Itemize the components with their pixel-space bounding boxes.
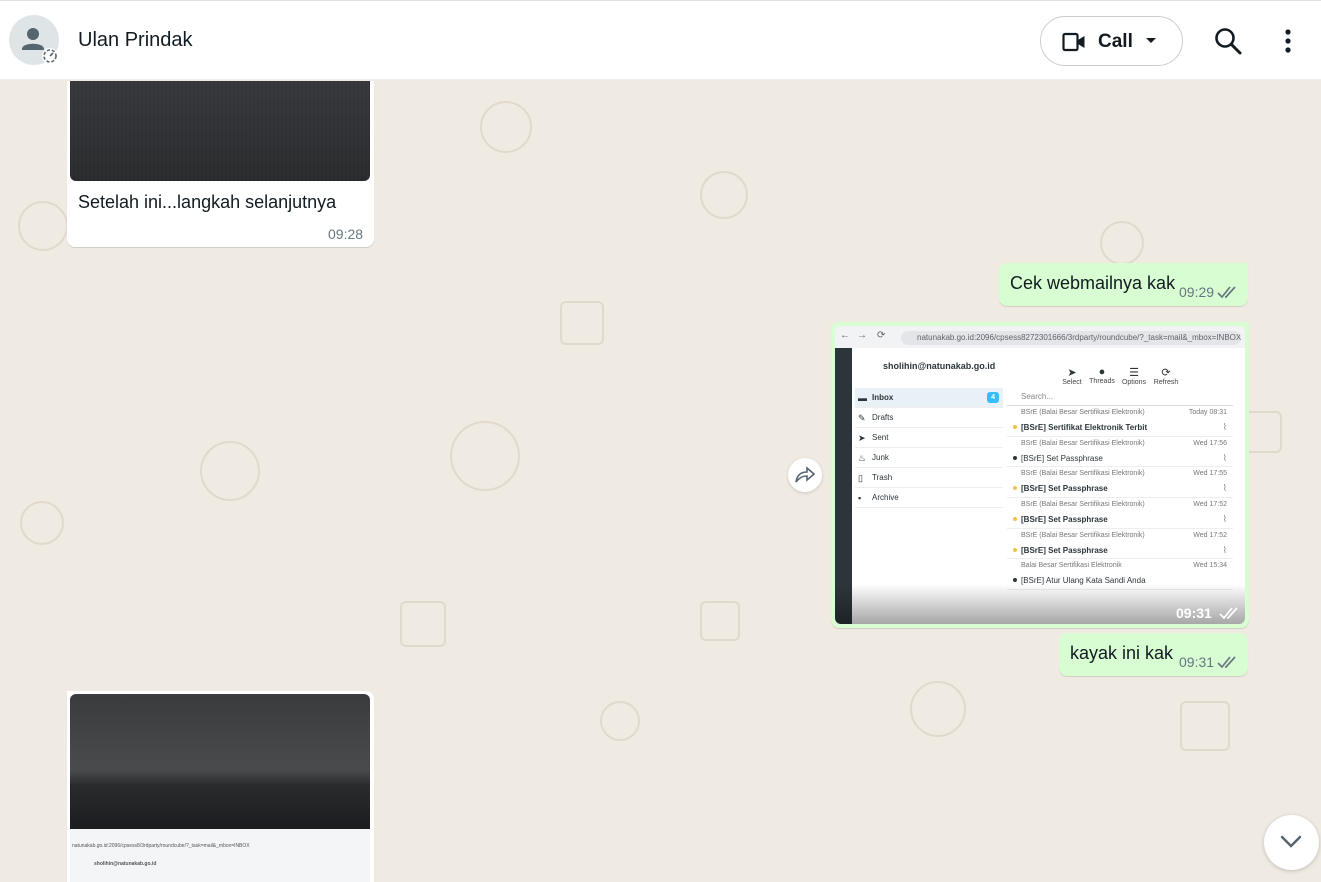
- archive-icon: ▪: [858, 493, 862, 503]
- message-time: 09:28: [328, 226, 364, 242]
- webmail-account: sholihin@natunakab.go.id: [883, 361, 996, 371]
- folder-junk: ♨ Junk: [855, 448, 1003, 468]
- message-text: Cek webmailnya kak: [1010, 273, 1176, 293]
- wallpaper-doodle: [20, 501, 64, 545]
- message-time: 09:31: [1179, 654, 1215, 670]
- wallpaper-doodle: [450, 421, 520, 491]
- toolbar-refresh: ⟳ Refresh: [1151, 366, 1181, 386]
- contact-avatar[interactable]: [9, 15, 59, 65]
- wallpaper-doodle: [1180, 701, 1230, 751]
- incoming-image-message[interactable]: natunakab.go.id:2096/cpsess8/3rdparty/ro…: [67, 691, 374, 882]
- forward-arrow-icon: →: [857, 330, 867, 341]
- wallpaper-doodle: [200, 441, 260, 501]
- wallpaper-doodle: [1100, 221, 1144, 265]
- paperclip-icon: ⌇: [1222, 544, 1227, 555]
- chevron-down-icon: [1146, 38, 1156, 43]
- chevron-down-icon: [1280, 835, 1302, 848]
- outgoing-message[interactable]: Cek webmailnya kak 09:29: [999, 263, 1248, 306]
- folder-drafts: ✎ Drafts: [855, 408, 1003, 428]
- folder-archive: ▪ Archive: [855, 488, 1003, 508]
- double-check-icon: [1217, 656, 1236, 669]
- browser-bar: ← → ⟳ natunakab.go.id:2096/cpsess8272301…: [835, 326, 1245, 348]
- call-button[interactable]: Call: [1040, 16, 1183, 66]
- cursor-icon: ➤: [1067, 367, 1077, 379]
- email-row: BSrE (Balai Besar Sertifikasi Elektronik…: [1007, 529, 1233, 560]
- back-arrow-icon: ←: [840, 330, 850, 341]
- toolbar-select: ➤ Select: [1057, 366, 1087, 386]
- webmail-screenshot-image[interactable]: ← → ⟳ natunakab.go.id:2096/cpsess8272301…: [835, 326, 1245, 624]
- paperclip-icon: ⌇: [1222, 422, 1227, 432]
- wallpaper-doodle: [600, 701, 640, 741]
- photo-monitor-screen: natunakab.go.id:2096/cpsess8/3rdparty/ro…: [70, 829, 370, 882]
- more-options-icon[interactable]: [1276, 25, 1300, 57]
- email-row: BSrE (Balai Besar Sertifikasi Elektronik…: [1007, 437, 1233, 468]
- message-time: 09:31: [1176, 605, 1212, 621]
- wallpaper-doodle: [560, 301, 604, 345]
- wallpaper-doodle: [18, 201, 68, 251]
- folder-sent: ➤ Sent: [855, 428, 1003, 448]
- fire-icon: ♨: [858, 453, 867, 463]
- scroll-to-bottom-button[interactable]: [1264, 815, 1319, 870]
- forward-button[interactable]: [788, 458, 822, 492]
- reload-icon: ⟳: [877, 330, 886, 341]
- video-camera-icon: [1062, 32, 1085, 52]
- threads-icon: ●: [1098, 366, 1106, 378]
- chat-header: Ulan Prindak Call: [0, 0, 1321, 80]
- email-row: BSrE (Balai Besar Sertifikasi Elektronik…: [1007, 467, 1233, 499]
- default-avatar-icon: [22, 28, 58, 64]
- toolbar-options: ☰ Options: [1119, 366, 1149, 386]
- chat-messages-area[interactable]: Setelah ini...langkah selanjutnya 09:28 …: [0, 81, 1321, 882]
- outgoing-image-message[interactable]: ← → ⟳ natunakab.go.id:2096/cpsess8272301…: [831, 322, 1249, 628]
- wallpaper-doodle: [700, 171, 748, 219]
- double-check-icon: [1217, 286, 1236, 299]
- message-image[interactable]: [70, 81, 370, 181]
- double-check-icon: [1219, 607, 1238, 620]
- browser-url: natunakab.go.id:2096/cpsess8272301666/3r…: [901, 331, 1241, 345]
- folder-inbox: ▬ Inbox 4: [855, 388, 1003, 408]
- email-list: Search... BSrE (Balai Besar Sertifikasi …: [1007, 388, 1233, 591]
- incoming-message[interactable]: Setelah ini...langkah selanjutnya 09:28: [67, 81, 374, 247]
- folder-trash: ▯ Trash: [855, 468, 1003, 488]
- wallpaper-doodle: [400, 601, 446, 647]
- email-row: BSrE (Balai Besar Sertifikasi Elektronik…: [1007, 498, 1233, 529]
- send-icon: ➤: [858, 433, 866, 443]
- paperclip-icon: ⌇: [1222, 483, 1227, 494]
- wallpaper-doodle: [700, 601, 740, 641]
- email-row: BSrE (Balai Besar Sertifikasi Elektronik…: [1007, 406, 1233, 437]
- outgoing-message[interactable]: kayak ini kak 09:31: [1059, 633, 1248, 676]
- toolbar-threads: ● Threads: [1087, 366, 1117, 385]
- message-caption: Setelah ini...langkah selanjutnya: [78, 192, 337, 212]
- message-text: kayak ini kak: [1070, 643, 1174, 663]
- refresh-icon: ⟳: [1161, 367, 1171, 379]
- contact-name[interactable]: Ulan Prindak: [78, 29, 193, 52]
- options-icon: ☰: [1129, 367, 1139, 379]
- wallpaper-doodle: [480, 101, 532, 153]
- inbox-icon: ▬: [858, 393, 867, 403]
- folder-list: ▬ Inbox 4 ✎ Drafts ➤ Sent ♨ Junk ▯ Trash ▪ Arch…: [855, 388, 1003, 508]
- paperclip-icon: ⌇: [1222, 514, 1227, 525]
- webmail-rail: [835, 348, 852, 624]
- message-image[interactable]: natunakab.go.id:2096/cpsess8/3rdparty/ro…: [70, 694, 370, 882]
- paperclip-icon: ⌇: [1222, 452, 1227, 463]
- forward-icon: [795, 466, 815, 483]
- wallpaper-doodle: [910, 681, 966, 737]
- search-icon[interactable]: [1212, 25, 1244, 57]
- email-search: Search...: [1007, 388, 1233, 406]
- pencil-icon: ✎: [858, 413, 866, 423]
- call-label: Call: [1098, 31, 1133, 52]
- message-time: 09:29: [1179, 284, 1215, 300]
- trash-icon: ▯: [858, 473, 863, 483]
